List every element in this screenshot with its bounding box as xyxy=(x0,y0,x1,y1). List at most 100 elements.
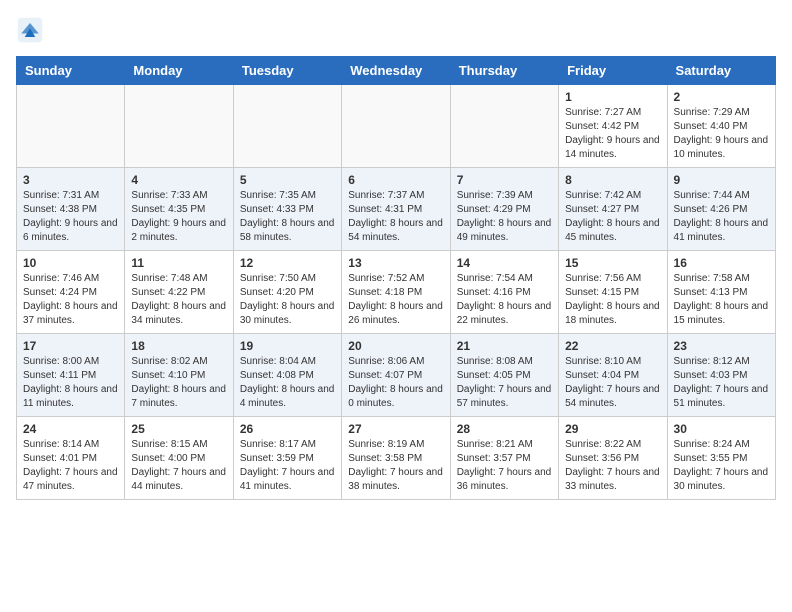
day-number: 14 xyxy=(457,256,552,270)
calendar-cell: 1 Sunrise: 7:27 AM Sunset: 4:42 PM Daylig… xyxy=(559,85,667,168)
day-number: 15 xyxy=(565,256,660,270)
day-number: 30 xyxy=(674,422,769,436)
day-header: Saturday xyxy=(667,57,775,85)
day-info: Sunrise: 7:58 AM Sunset: 4:13 PM Dayligh… xyxy=(674,272,769,328)
calendar-cell: 10Sunrise: 7:46 AM Sunset: 4:24 PM Dayli… xyxy=(17,251,125,334)
day-number: 18 xyxy=(131,339,226,353)
day-number: 16 xyxy=(674,256,769,270)
calendar-cell: 2Sunrise: 7:29 AM Sunset: 4:40 PM Daylig… xyxy=(667,85,775,168)
day-info: Sunrise: 8:04 AM Sunset: 4:08 PM Dayligh… xyxy=(240,355,335,411)
day-info: Sunrise: 8:14 AM Sunset: 4:01 PM Dayligh… xyxy=(23,438,118,494)
day-number: 2 xyxy=(674,90,769,104)
day-info: Sunrise: 7:39 AM Sunset: 4:29 PM Dayligh… xyxy=(457,189,552,245)
day-info: Sunrise: 7:37 AM Sunset: 4:31 PM Dayligh… xyxy=(348,189,443,245)
calendar-cell: 24 Sunrise: 8:14 AM Sunset: 4:01 PM Dayli… xyxy=(17,417,125,500)
page-header xyxy=(16,16,776,44)
calendar-cell: 15 Sunrise: 7:56 AM Sunset: 4:15 PM Dayli… xyxy=(559,251,667,334)
day-number: 17 xyxy=(23,339,118,353)
week-row: 1 Sunrise: 7:27 AM Sunset: 4:42 PM Daylig… xyxy=(17,85,776,168)
calendar-cell: 29 Sunrise: 8:22 AM Sunset: 3:56 PM Dayli… xyxy=(559,417,667,500)
day-info: Sunrise: 8:06 AM Sunset: 4:07 PM Dayligh… xyxy=(348,355,443,411)
calendar-cell: 19 Sunrise: 8:04 AM Sunset: 4:08 PM Dayli… xyxy=(233,334,341,417)
calendar-cell: 18 Sunrise: 8:02 AM Sunset: 4:10 PM Dayli… xyxy=(125,334,233,417)
day-info: Sunrise: 8:12 AM Sunset: 4:03 PM Dayligh… xyxy=(674,355,769,411)
day-number: 19 xyxy=(240,339,335,353)
day-info: Sunrise: 8:21 AM Sunset: 3:57 PM Dayligh… xyxy=(457,438,552,494)
day-number: 28 xyxy=(457,422,552,436)
day-number: 24 xyxy=(23,422,118,436)
day-number: 11 xyxy=(131,256,226,270)
calendar-cell: 8 Sunrise: 7:42 AM Sunset: 4:27 PM Daylig… xyxy=(559,168,667,251)
day-info: Sunrise: 7:31 AM Sunset: 4:38 PM Dayligh… xyxy=(23,189,118,245)
day-header: Wednesday xyxy=(342,57,450,85)
day-number: 23 xyxy=(674,339,769,353)
calendar-cell xyxy=(450,85,558,168)
day-info: Sunrise: 7:56 AM Sunset: 4:15 PM Dayligh… xyxy=(565,272,660,328)
week-row: 3 Sunrise: 7:31 AM Sunset: 4:38 PM Daylig… xyxy=(17,168,776,251)
day-info: Sunrise: 7:48 AM Sunset: 4:22 PM Dayligh… xyxy=(131,272,226,328)
day-number: 26 xyxy=(240,422,335,436)
day-number: 6 xyxy=(348,173,443,187)
logo-icon xyxy=(16,16,44,44)
calendar-cell: 6 Sunrise: 7:37 AM Sunset: 4:31 PM Daylig… xyxy=(342,168,450,251)
day-info: Sunrise: 8:22 AM Sunset: 3:56 PM Dayligh… xyxy=(565,438,660,494)
calendar-cell xyxy=(342,85,450,168)
day-info: Sunrise: 8:24 AM Sunset: 3:55 PM Dayligh… xyxy=(674,438,769,494)
week-row: 10Sunrise: 7:46 AM Sunset: 4:24 PM Dayli… xyxy=(17,251,776,334)
day-number: 13 xyxy=(348,256,443,270)
calendar-cell xyxy=(233,85,341,168)
day-number: 7 xyxy=(457,173,552,187)
day-header: Friday xyxy=(559,57,667,85)
logo xyxy=(16,16,48,44)
day-info: Sunrise: 7:27 AM Sunset: 4:42 PM Dayligh… xyxy=(565,106,660,162)
day-info: Sunrise: 7:35 AM Sunset: 4:33 PM Dayligh… xyxy=(240,189,335,245)
calendar-cell: 13 Sunrise: 7:52 AM Sunset: 4:18 PM Dayli… xyxy=(342,251,450,334)
day-number: 1 xyxy=(565,90,660,104)
calendar-cell: 3 Sunrise: 7:31 AM Sunset: 4:38 PM Daylig… xyxy=(17,168,125,251)
day-number: 5 xyxy=(240,173,335,187)
day-info: Sunrise: 8:02 AM Sunset: 4:10 PM Dayligh… xyxy=(131,355,226,411)
day-header: Tuesday xyxy=(233,57,341,85)
calendar-cell: 4 Sunrise: 7:33 AM Sunset: 4:35 PM Daylig… xyxy=(125,168,233,251)
calendar-cell: 23 Sunrise: 8:12 AM Sunset: 4:03 PM Dayli… xyxy=(667,334,775,417)
day-header: Monday xyxy=(125,57,233,85)
calendar-cell xyxy=(17,85,125,168)
calendar-cell: 11 Sunrise: 7:48 AM Sunset: 4:22 PM Dayli… xyxy=(125,251,233,334)
day-number: 8 xyxy=(565,173,660,187)
week-row: 17Sunrise: 8:00 AM Sunset: 4:11 PM Dayli… xyxy=(17,334,776,417)
day-number: 12 xyxy=(240,256,335,270)
calendar-body: 1 Sunrise: 7:27 AM Sunset: 4:42 PM Daylig… xyxy=(17,85,776,500)
day-number: 21 xyxy=(457,339,552,353)
day-info: Sunrise: 8:19 AM Sunset: 3:58 PM Dayligh… xyxy=(348,438,443,494)
day-info: Sunrise: 7:42 AM Sunset: 4:27 PM Dayligh… xyxy=(565,189,660,245)
day-number: 27 xyxy=(348,422,443,436)
calendar-cell: 20 Sunrise: 8:06 AM Sunset: 4:07 PM Dayli… xyxy=(342,334,450,417)
header-row: SundayMondayTuesdayWednesdayThursdayFrid… xyxy=(17,57,776,85)
calendar-cell: 16 Sunrise: 7:58 AM Sunset: 4:13 PM Dayli… xyxy=(667,251,775,334)
day-info: Sunrise: 7:46 AM Sunset: 4:24 PM Dayligh… xyxy=(23,272,118,328)
calendar-cell: 21Sunrise: 8:08 AM Sunset: 4:05 PM Dayli… xyxy=(450,334,558,417)
day-number: 20 xyxy=(348,339,443,353)
day-info: Sunrise: 7:54 AM Sunset: 4:16 PM Dayligh… xyxy=(457,272,552,328)
calendar-cell: 27 Sunrise: 8:19 AM Sunset: 3:58 PM Dayli… xyxy=(342,417,450,500)
day-info: Sunrise: 8:10 AM Sunset: 4:04 PM Dayligh… xyxy=(565,355,660,411)
calendar-header: SundayMondayTuesdayWednesdayThursdayFrid… xyxy=(17,57,776,85)
day-number: 4 xyxy=(131,173,226,187)
day-number: 22 xyxy=(565,339,660,353)
calendar-cell: 17Sunrise: 8:00 AM Sunset: 4:11 PM Dayli… xyxy=(17,334,125,417)
day-info: Sunrise: 7:33 AM Sunset: 4:35 PM Dayligh… xyxy=(131,189,226,245)
calendar-cell: 9Sunrise: 7:44 AM Sunset: 4:26 PM Daylig… xyxy=(667,168,775,251)
day-header: Thursday xyxy=(450,57,558,85)
day-info: Sunrise: 8:15 AM Sunset: 4:00 PM Dayligh… xyxy=(131,438,226,494)
calendar-cell: 30 Sunrise: 8:24 AM Sunset: 3:55 PM Dayli… xyxy=(667,417,775,500)
calendar-table: SundayMondayTuesdayWednesdayThursdayFrid… xyxy=(16,56,776,500)
calendar-cell: 26Sunrise: 8:17 AM Sunset: 3:59 PM Dayli… xyxy=(233,417,341,500)
day-number: 3 xyxy=(23,173,118,187)
calendar-cell: 7 Sunrise: 7:39 AM Sunset: 4:29 PM Daylig… xyxy=(450,168,558,251)
calendar-cell: 28 Sunrise: 8:21 AM Sunset: 3:57 PM Dayli… xyxy=(450,417,558,500)
week-row: 24 Sunrise: 8:14 AM Sunset: 4:01 PM Dayli… xyxy=(17,417,776,500)
day-number: 29 xyxy=(565,422,660,436)
day-info: Sunrise: 7:52 AM Sunset: 4:18 PM Dayligh… xyxy=(348,272,443,328)
calendar-cell: 12Sunrise: 7:50 AM Sunset: 4:20 PM Dayli… xyxy=(233,251,341,334)
calendar-cell: 5 Sunrise: 7:35 AM Sunset: 4:33 PM Daylig… xyxy=(233,168,341,251)
